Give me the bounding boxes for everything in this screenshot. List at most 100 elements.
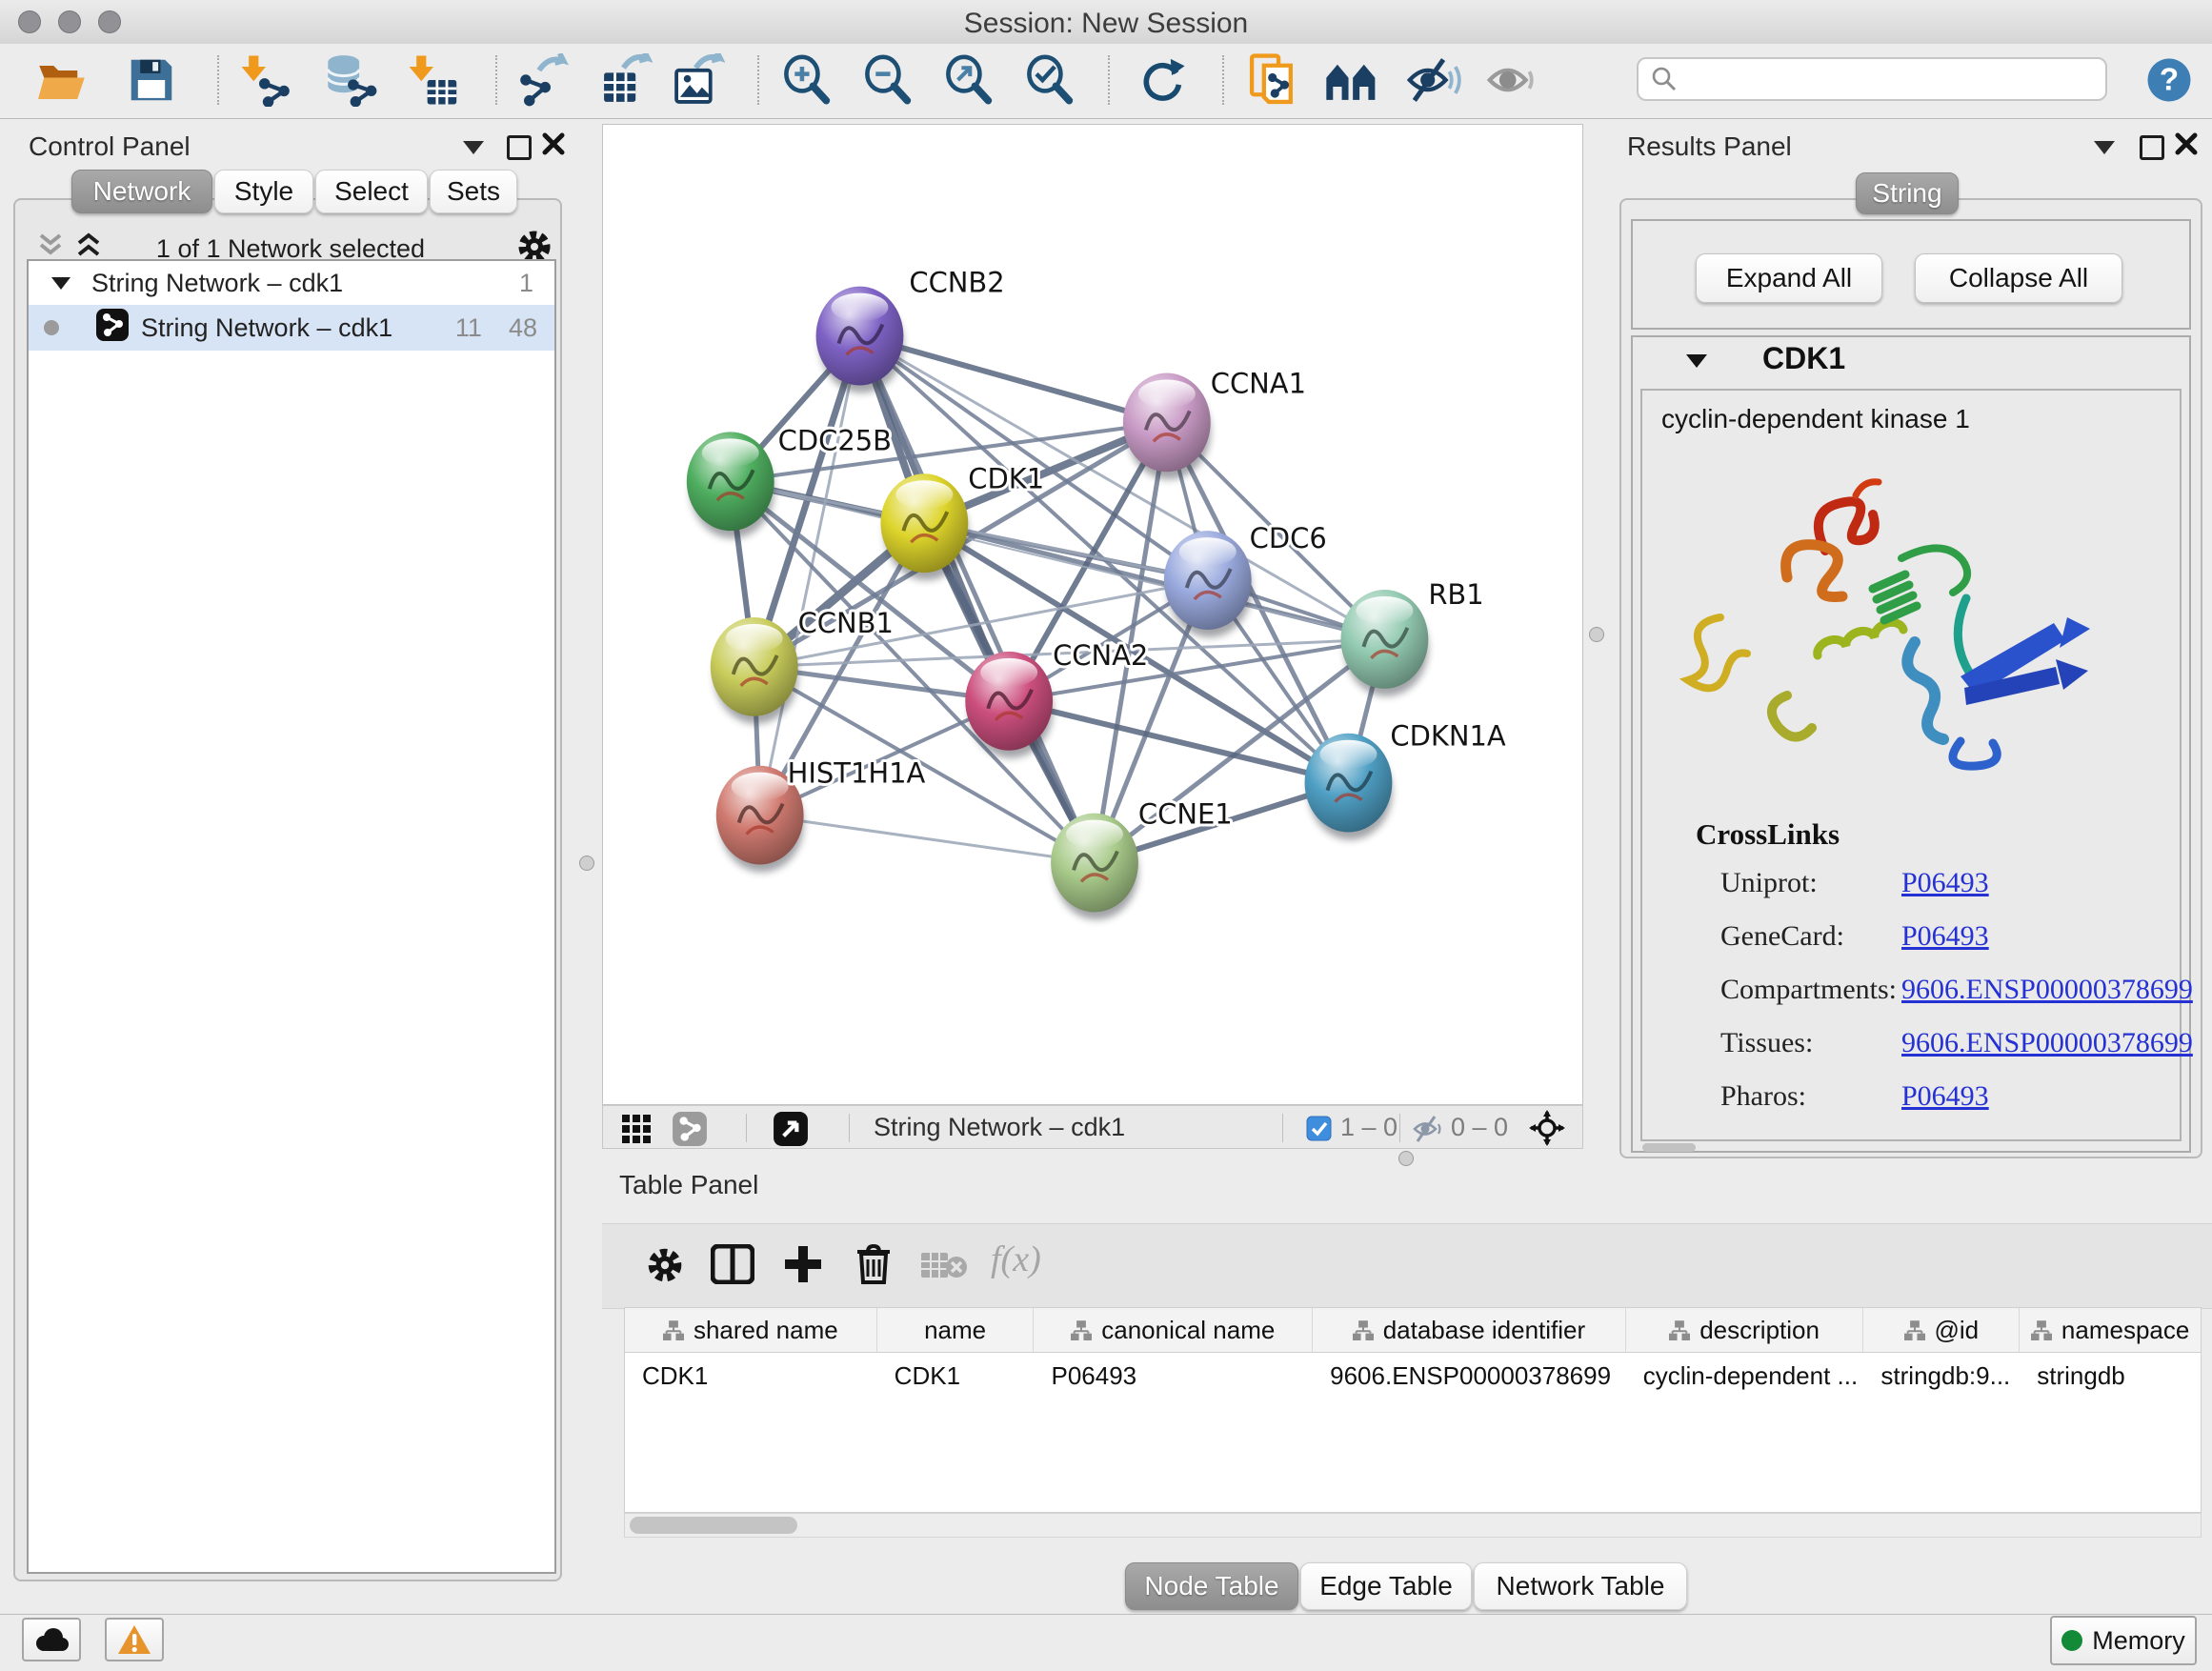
column-header-name[interactable]: name [877,1308,1035,1352]
table-body: CDK1 CDK1 P06493 9606.ENSP00000378699 cy… [624,1353,2202,1513]
hide-selected-icon[interactable] [1406,51,1461,109]
crosslink-genecard-link[interactable]: P06493 [1901,920,1989,953]
warning-status-button[interactable] [105,1618,164,1661]
function-builder-icon[interactable]: f(x) [991,1238,1041,1280]
delete-columns-trash-icon[interactable] [854,1242,894,1291]
update-network-icon[interactable] [1134,51,1189,109]
right-splitter-handle[interactable] [1589,627,1604,642]
column-header-canonical-name[interactable]: canonical name [1034,1308,1313,1352]
network-overview-icon[interactable] [672,1111,708,1152]
control-panel-float-icon[interactable] [463,141,484,154]
delete-table-icon[interactable] [920,1250,968,1287]
export-table-icon[interactable] [598,51,654,109]
tab-select[interactable]: Select [315,170,428,213]
svg-text:CDK1: CDK1 [968,462,1044,494]
crosslink-uniprot-link[interactable]: P06493 [1901,867,1989,899]
column-header-database-identifier[interactable]: database identifier [1313,1308,1626,1352]
detach-view-icon[interactable] [773,1111,809,1152]
table-hscrollbar-track[interactable] [624,1513,2202,1538]
horizontal-splitter-handle[interactable] [1398,1151,1414,1166]
export-network-icon[interactable] [516,51,572,109]
help-icon[interactable]: ? [2142,51,2197,109]
memory-button[interactable]: Memory [2050,1616,2197,1665]
results-hscrollbar-thumb[interactable] [1642,1143,1696,1152]
grid-view-icon[interactable] [620,1113,653,1150]
column-header-id[interactable]: @id [1863,1308,2020,1352]
selected-checkbox-icon[interactable] [1306,1116,1332,1146]
toolbar-separator [1222,55,1224,105]
main-toolbar: ? [0,44,2212,119]
show-columns-icon[interactable] [711,1244,754,1289]
network-graph[interactable]: CCNB2CCNA1CDC25BCDK1CDC6RB1CCNB1CCNA2CDK… [603,125,1582,1104]
control-panel-maximize-icon[interactable] [507,135,532,160]
network-edge-count: 48 [509,313,537,343]
crosslink-tissues-link[interactable]: 9606.ENSP00000378699 [1901,1027,2193,1059]
import-table-file-icon[interactable] [406,51,461,109]
tab-network[interactable]: Network [71,170,212,213]
results-panel-maximize-icon[interactable] [2140,135,2164,160]
tab-edge-table[interactable]: Edge Table [1300,1562,1472,1610]
table-hscrollbar-thumb[interactable] [630,1517,797,1534]
import-network-file-icon[interactable] [238,51,293,109]
tab-network-table[interactable]: Network Table [1474,1562,1687,1610]
svg-text:RB1: RB1 [1428,578,1483,611]
cell-canonical-name: P06493 [1034,1353,1313,1399]
results-panel-float-icon[interactable] [2094,141,2115,154]
crosslink-compartments-link[interactable]: 9606.ENSP00000378699 [1901,974,2193,1006]
collection-expander-icon[interactable] [51,277,70,290]
network-row[interactable]: String Network – cdk1 11 48 [29,305,554,351]
zoom-selected-icon[interactable] [1022,51,1077,109]
toolbar-separator [757,55,759,105]
table-header-row: shared name name canonical name database… [624,1307,2202,1353]
left-splitter-handle[interactable] [579,856,594,871]
show-all-icon[interactable] [1486,51,1541,109]
search-input[interactable] [1679,64,2082,95]
svg-text:CCNB1: CCNB1 [798,607,894,639]
cloud-status-button[interactable] [22,1618,81,1661]
cell-name: CDK1 [877,1353,1035,1399]
tab-string[interactable]: String [1856,172,1959,214]
gene-card-expander-icon[interactable] [1686,354,1707,368]
export-image-icon[interactable] [671,51,726,109]
network-status-dot [44,320,59,335]
tab-sets[interactable]: Sets [430,170,517,213]
duplicate-network-icon[interactable] [1246,51,1301,109]
first-neighbors-icon[interactable] [1324,51,1379,109]
zoom-out-icon[interactable] [860,51,915,109]
tab-node-table[interactable]: Node Table [1125,1562,1298,1610]
save-session-icon[interactable] [124,51,179,109]
network-collection-row[interactable]: String Network – cdk1 1 [29,261,554,305]
crosslink-pharos-link[interactable]: P06493 [1901,1080,1989,1113]
crosslink-label: Tissues: [1720,1027,1813,1059]
crosslinks-title: CrossLinks [1696,817,1840,852]
search-field[interactable] [1637,57,2107,101]
column-header-namespace[interactable]: namespace [2020,1308,2201,1352]
create-column-icon[interactable] [783,1244,823,1289]
zoom-fit-icon[interactable] [941,51,996,109]
table-settings-gear-icon[interactable] [644,1244,686,1291]
results-panel-close-icon[interactable] [2174,131,2199,161]
tab-style[interactable]: Style [214,170,313,213]
table-row[interactable]: CDK1 CDK1 P06493 9606.ENSP00000378699 cy… [625,1353,2201,1399]
search-icon [1650,65,1679,93]
control-panel-close-icon[interactable] [541,131,566,161]
svg-text:CCNA2: CCNA2 [1053,639,1148,672]
status-bar [0,1614,2212,1671]
open-session-icon[interactable] [34,51,90,109]
memory-label: Memory [2092,1626,2185,1656]
results-panel-title: Results Panel [1627,131,1792,162]
zoom-in-icon[interactable] [779,51,835,109]
network-canvas[interactable]: CCNB2CCNA1CDC25BCDK1CDC6RB1CCNB1CCNA2CDK… [602,124,1583,1105]
import-network-database-icon[interactable] [322,51,377,109]
network-node-count: 11 [455,313,482,343]
expand-all-button[interactable]: Expand All [1696,253,1882,303]
column-header-description[interactable]: description [1626,1308,1864,1352]
svg-text:CCNE1: CCNE1 [1138,798,1233,831]
protein-structure-image [1675,455,2094,794]
pan-tool-icon[interactable] [1529,1110,1565,1151]
collapse-all-button[interactable]: Collapse All [1915,253,2122,303]
cell-id: stringdb:9... [1863,1353,2020,1399]
network-label: String Network – cdk1 [141,313,392,343]
column-header-shared-name[interactable]: shared name [625,1308,877,1352]
footer-separator [1282,1114,1283,1142]
